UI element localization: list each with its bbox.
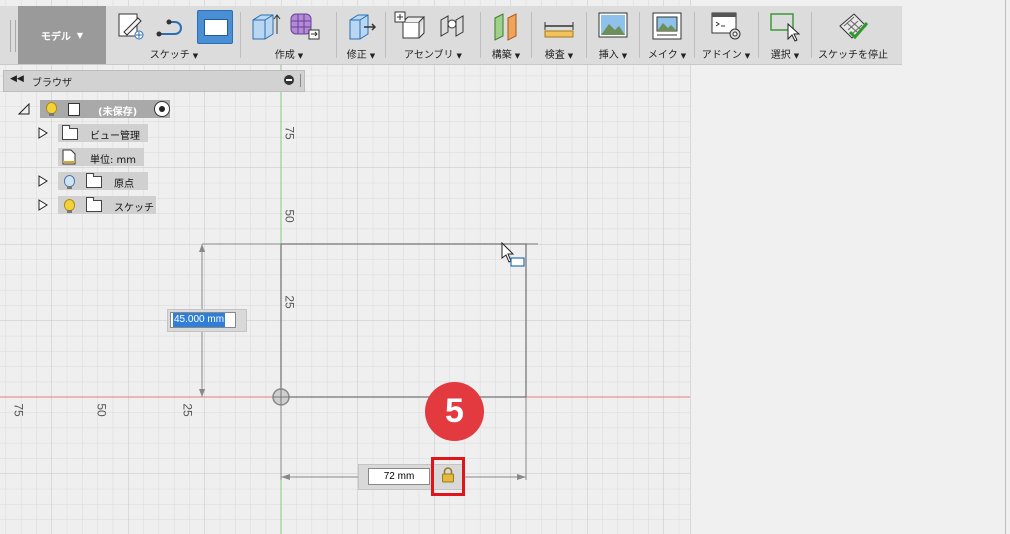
stop-sketch-icon[interactable] — [836, 10, 870, 42]
toolbar-group-inspect: 検査 ▼ — [533, 6, 585, 64]
browser-item-units[interactable]: 単位: mm — [58, 148, 158, 166]
chevron-down-icon: ▼ — [192, 52, 199, 60]
assemble-menu-label[interactable]: アセンブリ — [404, 50, 454, 61]
scripts-icon[interactable] — [709, 10, 743, 42]
toolbar-group-modify: 修正 ▼ — [338, 6, 384, 64]
toolbar-group-create: 作成 ▼ — [243, 6, 335, 64]
inspect-menu-label[interactable]: 検査 — [545, 50, 565, 61]
browser-root-node[interactable]: (未保存) — [18, 100, 178, 118]
folder-icon — [86, 173, 102, 188]
new-component-icon[interactable] — [393, 10, 427, 42]
minimize-icon[interactable] — [284, 75, 294, 85]
chevron-down-icon: ▼ — [76, 30, 84, 40]
chevron-down-icon: ▼ — [369, 52, 376, 60]
browser-item-named-views[interactable]: ビュー管理 — [38, 124, 158, 142]
modify-menu-label[interactable]: 修正 — [347, 50, 367, 61]
sketch-menu-label[interactable]: スケッチ — [150, 50, 190, 61]
folder-icon — [86, 197, 102, 212]
x-tick-25: 25 — [180, 403, 195, 417]
collapsed-triangle-icon[interactable] — [38, 175, 48, 187]
collapsed-triangle-icon[interactable] — [38, 199, 48, 211]
height-dimension-input[interactable]: 45.000 mm — [170, 312, 236, 328]
3d-print-icon[interactable] — [650, 10, 684, 42]
chevron-down-icon: ▼ — [744, 52, 751, 60]
create-sketch-icon[interactable] — [112, 10, 146, 42]
chevron-down-icon: ▼ — [621, 52, 628, 60]
x-tick-50: 50 — [94, 403, 109, 417]
insert-image-icon[interactable] — [596, 10, 630, 42]
joint-icon[interactable] — [435, 10, 469, 42]
chevron-down-icon: ▼ — [456, 52, 462, 60]
browser-item-sketches[interactable]: スケッチ — [38, 196, 168, 214]
document-icon — [62, 149, 76, 165]
toolbar-divider — [639, 12, 640, 58]
select-menu-label[interactable]: 選択 — [771, 50, 791, 61]
main-toolbar: モデル ▼ スケッチ ▼ 作成 ▼ 修正 ▼ アセンブリ ▼ 構築 ▼ 検査 ▼… — [0, 6, 902, 65]
toolbar-divider — [811, 12, 812, 58]
line-tool-icon[interactable] — [155, 10, 189, 42]
toolbar-group-stop-sketch: スケッチを停止 — [813, 6, 893, 64]
visibility-bulb-icon[interactable] — [46, 102, 57, 116]
y-tick-50: 50 — [282, 209, 297, 223]
rectangle-tool-icon[interactable] — [197, 10, 233, 44]
toolbar-divider — [758, 12, 759, 58]
toolbar-divider — [480, 12, 481, 58]
insert-menu-label[interactable]: 挿入 — [599, 50, 619, 61]
toolbar-divider — [694, 12, 695, 58]
toolbar-grip[interactable] — [10, 20, 16, 52]
toolbar-group-sketch: スケッチ ▼ — [108, 6, 240, 64]
root-label: (未保存) — [98, 107, 138, 118]
activate-radio-icon[interactable] — [154, 101, 170, 117]
folder-icon — [62, 125, 78, 140]
visibility-bulb-off-icon[interactable] — [64, 175, 75, 189]
toolbar-divider — [586, 12, 587, 58]
browser-item-origin[interactable]: 原点 — [38, 172, 158, 190]
browser-title: ブラウザ — [32, 78, 72, 89]
offset-plane-icon[interactable] — [489, 10, 523, 42]
empty-side-area — [690, 0, 1010, 534]
x-tick-75: 75 — [11, 403, 26, 417]
width-dimension-input[interactable]: 72 mm — [368, 468, 430, 485]
chevron-down-icon: ▼ — [514, 52, 521, 60]
workspace-switcher[interactable]: モデル ▼ — [18, 6, 106, 64]
chevron-down-icon: ▼ — [297, 52, 304, 60]
browser-panel-header: ◀◀ ブラウザ — [3, 70, 305, 92]
make-menu-label[interactable]: メイク — [648, 50, 678, 61]
collapsed-triangle-icon[interactable] — [38, 127, 48, 139]
addins-menu-label[interactable]: アドイン — [702, 50, 742, 61]
chevron-down-icon: ▼ — [680, 52, 687, 60]
window-edge — [1005, 0, 1006, 534]
toolbar-group-addins: アドイン ▼ — [696, 6, 756, 64]
form-icon[interactable] — [287, 10, 321, 42]
extrude-icon[interactable] — [247, 10, 281, 42]
step-number-badge: 5 — [425, 382, 484, 441]
y-tick-25: 25 — [282, 295, 297, 309]
toolbar-divider — [385, 12, 386, 58]
toolbar-divider — [531, 12, 532, 58]
create-menu-label[interactable]: 作成 — [275, 50, 295, 61]
panel-grip[interactable] — [300, 74, 303, 87]
y-tick-75: 75 — [282, 126, 297, 140]
toolbar-group-make: メイク ▼ — [641, 6, 693, 64]
toolbar-group-assemble: アセンブリ ▼ — [387, 6, 479, 64]
toolbar-group-insert: 挿入 ▼ — [588, 6, 638, 64]
press-pull-icon[interactable] — [344, 10, 378, 42]
stop-sketch-label[interactable]: スケッチを停止 — [813, 46, 893, 61]
toolbar-group-construct: 構築 ▼ — [482, 6, 530, 64]
visibility-bulb-icon[interactable] — [64, 199, 75, 213]
toolbar-group-select: 選択 ▼ — [760, 6, 810, 64]
toolbar-divider — [336, 12, 337, 58]
component-icon — [68, 103, 80, 116]
construct-menu-label[interactable]: 構築 — [492, 50, 512, 61]
collapse-browser-icon[interactable]: ◀◀ — [10, 74, 24, 84]
toolbar-divider — [240, 12, 241, 58]
select-icon[interactable] — [768, 10, 802, 42]
expanded-triangle-icon[interactable] — [18, 103, 30, 115]
chevron-down-icon: ▼ — [567, 52, 574, 60]
measure-icon[interactable] — [542, 10, 576, 42]
lock-icon[interactable] — [441, 467, 455, 483]
chevron-down-icon: ▼ — [793, 52, 800, 60]
